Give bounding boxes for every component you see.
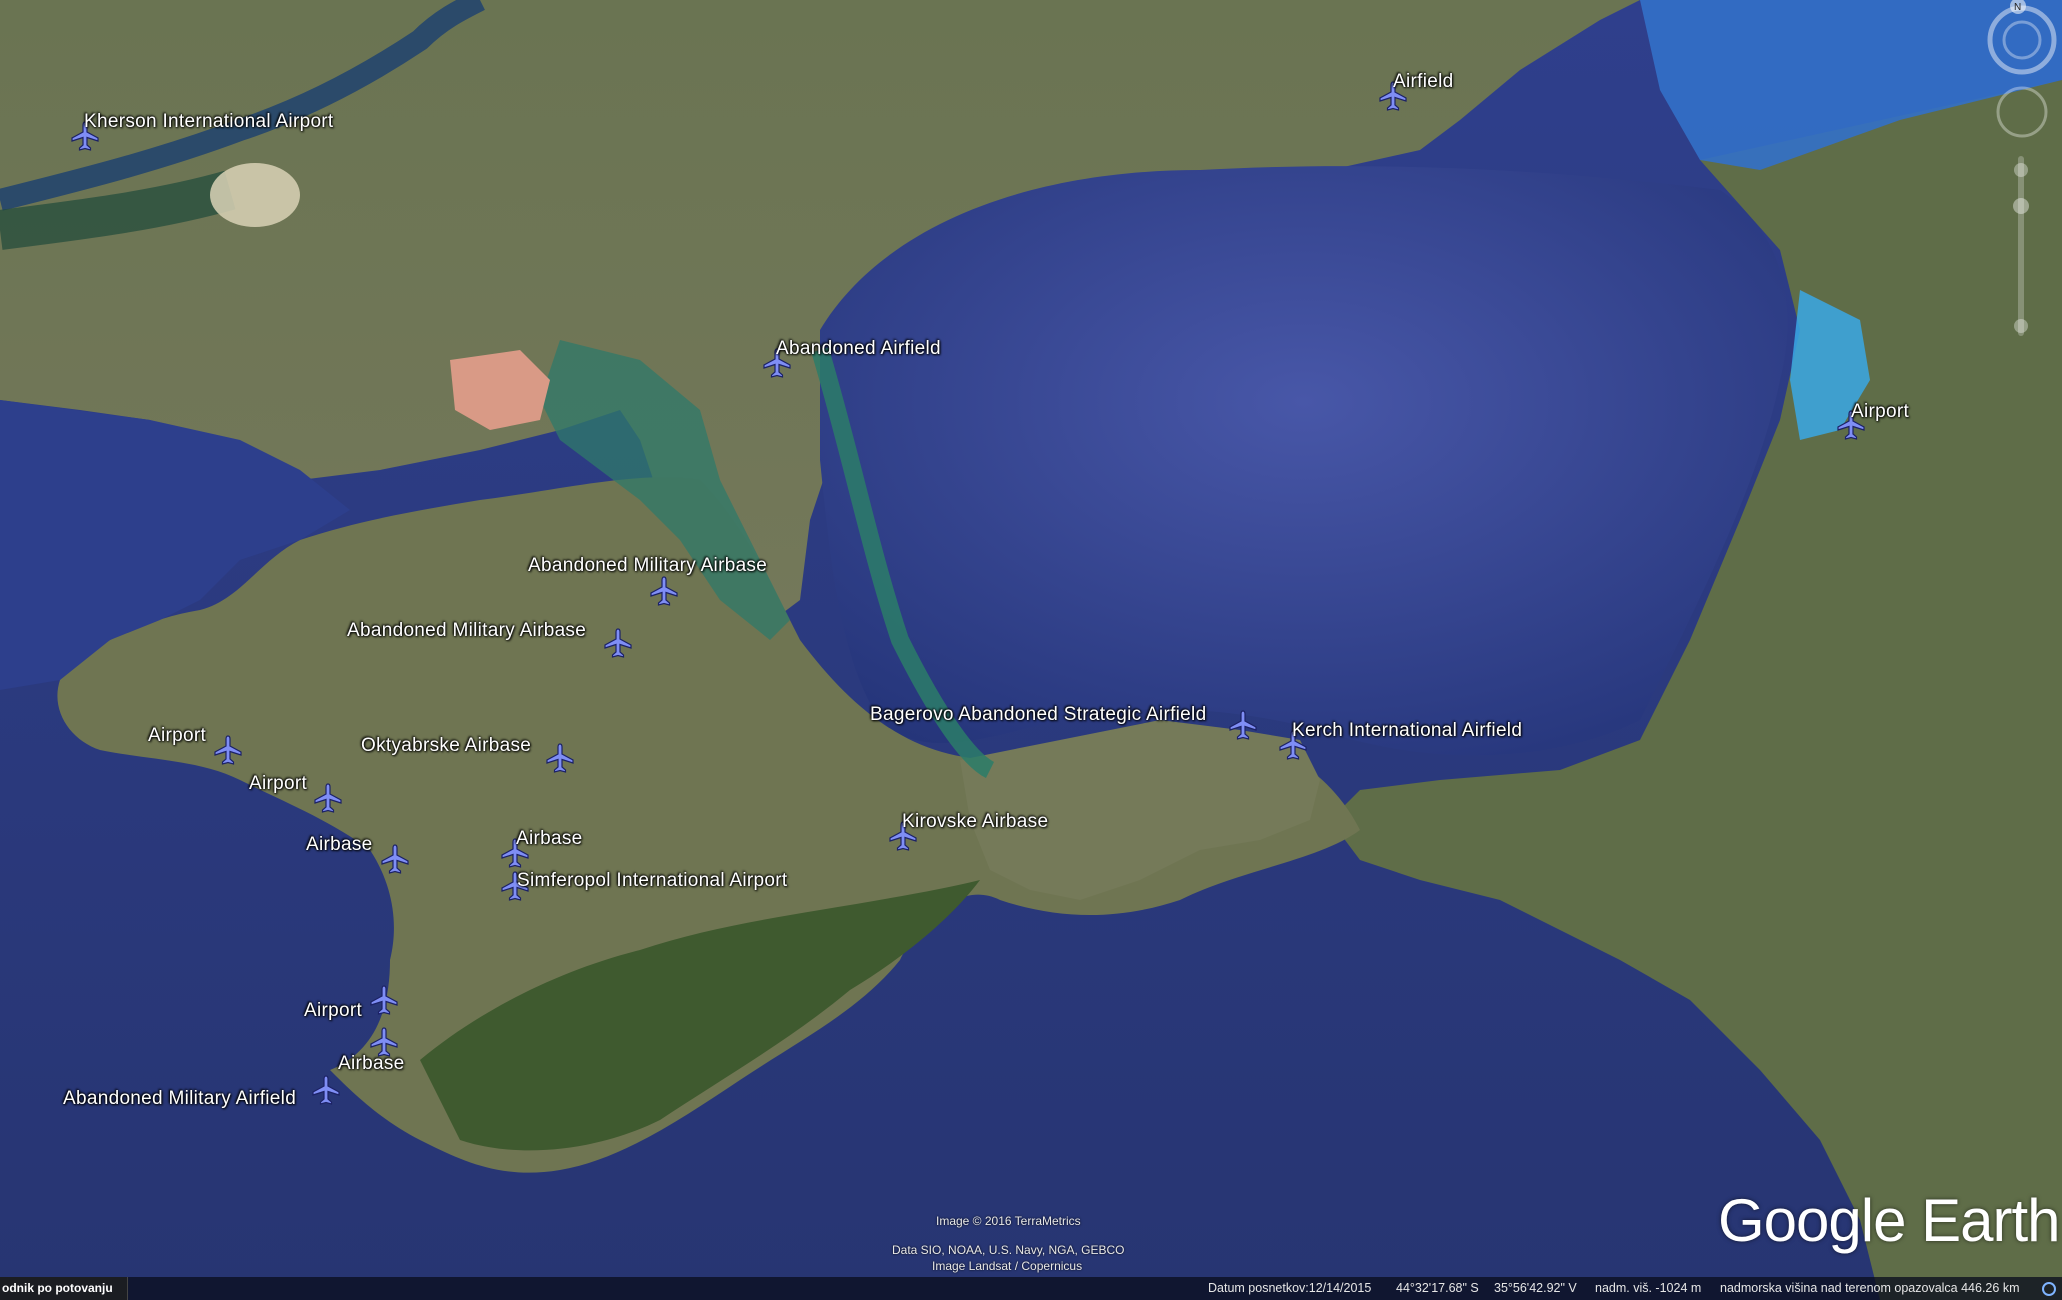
marker-label-airport-west-1[interactable]: Airport xyxy=(148,725,206,747)
airplane-icon[interactable] xyxy=(602,627,634,659)
marker-label-airbase-central[interactable]: Airbase xyxy=(516,828,583,850)
azov-sea xyxy=(820,166,1788,756)
marker-label-airport-east[interactable]: Airport xyxy=(1851,401,1909,423)
marker-label-kerch[interactable]: Kerch International Airfield xyxy=(1292,720,1522,742)
marker-label-abandoned-mil-airbase-2[interactable]: Abandoned Military Airbase xyxy=(347,620,586,642)
imagery-date: Datum posnetkov:12/14/2015 xyxy=(1208,1281,1372,1295)
marker-label-simferopol[interactable]: Simferopol International Airport xyxy=(517,870,787,892)
credit-image: Image © 2016 TerraMetrics xyxy=(936,1214,1081,1228)
marker-label-abandoned-airfield[interactable]: Abandoned Airfield xyxy=(776,338,941,360)
elevation-readout: nadm. viš. -1024 m xyxy=(1595,1281,1702,1295)
airplane-icon[interactable] xyxy=(310,1074,342,1106)
airplane-icon[interactable] xyxy=(544,742,576,774)
marker-label-kirovske[interactable]: Kirovske Airbase xyxy=(902,811,1048,833)
navigation-controls: N xyxy=(1978,0,2062,360)
marker-label-airbase-south[interactable]: Airbase xyxy=(338,1053,405,1075)
airplane-icon[interactable] xyxy=(1227,709,1259,741)
credit-data: Data SIO, NOAA, U.S. Navy, NGA, GEBCO xyxy=(892,1243,1125,1257)
sidebar-tour-guide-button[interactable]: odnik po potovanju xyxy=(0,1277,128,1300)
marker-label-airport-west-2[interactable]: Airport xyxy=(249,773,307,795)
eye-altitude-readout: nadmorska višina nad terenom opazovalca … xyxy=(1720,1281,2020,1295)
status-bar: Datum posnetkov:12/14/2015 44°32'17.68" … xyxy=(0,1277,2062,1300)
loading-spinner-icon xyxy=(2042,1282,2056,1296)
airplane-icon[interactable] xyxy=(648,575,680,607)
marker-label-oktyabrske[interactable]: Oktyabrske Airbase xyxy=(361,735,531,757)
marker-label-abandoned-mil-airbase-1[interactable]: Abandoned Military Airbase xyxy=(528,555,767,577)
look-joystick[interactable] xyxy=(1996,86,2048,138)
compass-north-letter: N xyxy=(2014,2,2021,13)
google-earth-logo: Google Earth xyxy=(1718,1187,2061,1254)
marker-label-airfield-ne[interactable]: Airfield xyxy=(1393,71,1453,93)
airplane-icon[interactable] xyxy=(368,984,400,1016)
marker-label-airbase-west[interactable]: Airbase xyxy=(306,834,373,856)
oleshky-sands xyxy=(210,163,300,227)
compass-ring[interactable]: N xyxy=(1987,0,2057,75)
marker-label-airport-south[interactable]: Airport xyxy=(304,1000,362,1022)
zoom-slider[interactable] xyxy=(2013,156,2029,336)
map-viewport[interactable]: Kherson International Airport Airfield Aba… xyxy=(0,0,2062,1300)
marker-label-abandoned-mil-airfield[interactable]: Abandoned Military Airfield xyxy=(63,1088,296,1110)
airplane-icon[interactable] xyxy=(312,782,344,814)
airplane-icon[interactable] xyxy=(379,843,411,875)
marker-label-bagerovo[interactable]: Bagerovo Abandoned Strategic Airfield xyxy=(870,704,1206,726)
latitude-readout: 44°32'17.68" S xyxy=(1396,1281,1479,1295)
longitude-readout: 35°56'42.92" V xyxy=(1494,1281,1577,1295)
credit-landsat: Image Landsat / Copernicus xyxy=(932,1259,1083,1273)
marker-label-kherson[interactable]: Kherson International Airport xyxy=(84,111,334,133)
airplane-icon[interactable] xyxy=(212,734,244,766)
